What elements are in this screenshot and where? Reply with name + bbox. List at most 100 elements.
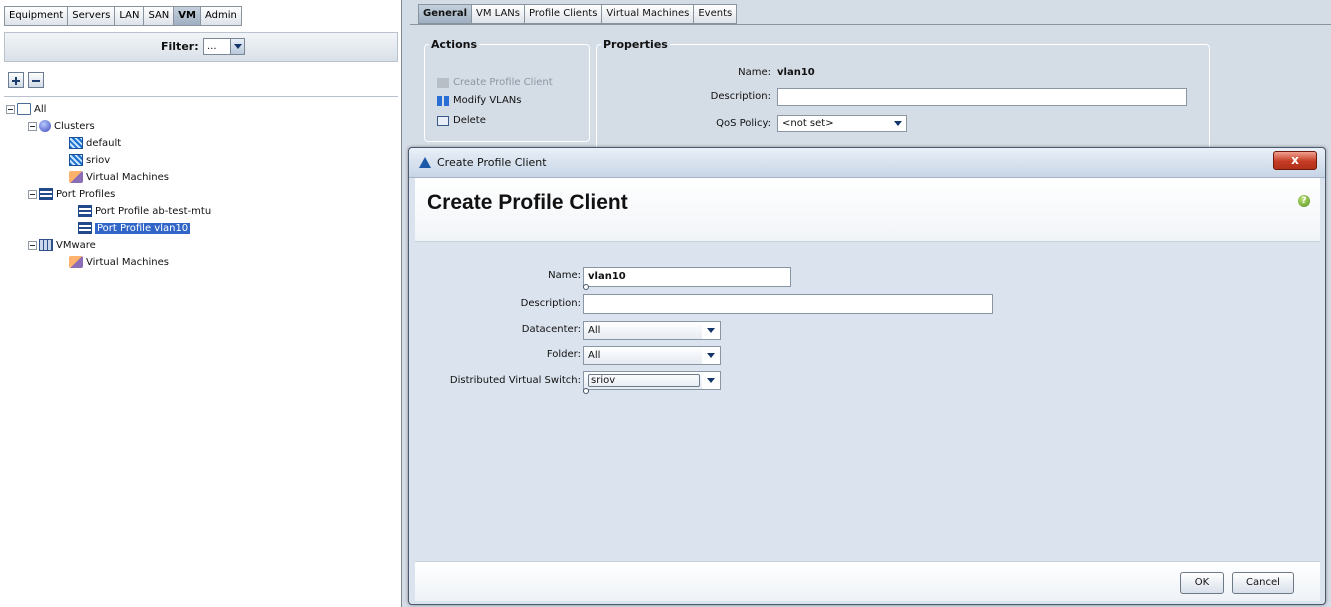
collapse-icon[interactable] xyxy=(28,189,37,199)
divider xyxy=(410,24,1331,25)
expand-all-icon[interactable] xyxy=(8,72,24,88)
description-label: Description: xyxy=(710,91,771,102)
properties-legend: Properties xyxy=(603,38,668,51)
tree-node-all[interactable]: All xyxy=(6,102,46,116)
required-indicator-icon xyxy=(583,388,589,394)
trash-icon xyxy=(437,115,449,126)
switch-icon xyxy=(69,137,83,149)
vmware-icon xyxy=(39,239,53,251)
filter-label: Filter: xyxy=(161,40,199,53)
chevron-down-icon xyxy=(890,116,906,131)
chevron-down-icon xyxy=(230,39,244,54)
tab-virtual-machines[interactable]: Virtual Machines xyxy=(601,4,694,24)
tree-node-vmware-virtual-machines[interactable]: Virtual Machines xyxy=(69,255,169,269)
help-icon[interactable]: ? xyxy=(1298,195,1310,207)
distributed-virtual-switch-select[interactable]: sriov xyxy=(583,371,721,390)
create-icon xyxy=(437,77,449,88)
tab-servers[interactable]: Servers xyxy=(67,6,115,26)
tree-node-label: Virtual Machines xyxy=(86,256,169,268)
action-label: Create Profile Client xyxy=(453,77,553,88)
action-label: Delete xyxy=(453,115,486,126)
tab-lan[interactable]: LAN xyxy=(114,6,144,26)
folder-select[interactable]: All xyxy=(583,346,721,365)
folder-value: All xyxy=(588,350,601,361)
left-tab-bar: Equipment Servers LAN SAN VM Admin xyxy=(4,6,242,26)
action-label: Modify VLANs xyxy=(453,95,522,106)
name-value: vlan10 xyxy=(777,67,815,78)
filter-select[interactable]: ... xyxy=(203,38,245,55)
dialog-header: Create Profile Client ? xyxy=(415,178,1320,242)
switch-icon xyxy=(69,154,83,166)
tree-node-label: Port Profile ab-test-mtu xyxy=(95,205,212,217)
chevron-down-icon xyxy=(702,347,720,364)
vlan-icon xyxy=(437,95,449,106)
tree-toolbar xyxy=(8,72,44,88)
dialog-titlebar[interactable]: Create Profile Client x xyxy=(409,148,1325,178)
divider xyxy=(4,96,398,97)
port-profile-icon xyxy=(39,188,53,200)
description-field[interactable] xyxy=(583,294,993,314)
properties-group: Properties Name: vlan10 Description: QoS… xyxy=(596,38,1210,150)
tree-node-default[interactable]: default xyxy=(69,136,121,150)
name-label: Name: xyxy=(738,67,771,78)
tree-node-label: Virtual Machines xyxy=(86,171,169,183)
chevron-down-icon xyxy=(702,322,720,339)
port-profile-icon xyxy=(78,222,92,234)
tree-node-port-profile-ab-test-mtu[interactable]: Port Profile ab-test-mtu xyxy=(78,204,211,218)
collapse-all-icon[interactable] xyxy=(28,72,44,88)
tree-node-port-profile-vlan10[interactable]: Port Profile vlan10 xyxy=(78,221,191,235)
tab-events[interactable]: Events xyxy=(693,4,738,24)
tab-general[interactable]: General xyxy=(418,4,471,24)
create-profile-client-action[interactable]: Create Profile Client xyxy=(437,77,553,88)
cluster-icon xyxy=(39,120,51,132)
dialog-heading: Create Profile Client xyxy=(427,191,628,214)
description-input[interactable] xyxy=(777,88,1187,106)
actions-legend: Actions xyxy=(431,38,477,51)
tab-equipment[interactable]: Equipment xyxy=(4,6,68,26)
tree-node-port-profiles[interactable]: Port Profiles xyxy=(28,187,115,201)
create-profile-client-dialog: Create Profile Client x Create Profile C… xyxy=(408,147,1326,605)
tab-admin[interactable]: Admin xyxy=(200,6,242,26)
required-indicator-icon xyxy=(583,284,589,290)
tree-node-clusters[interactable]: Clusters xyxy=(28,119,95,133)
tree-node-label: VMware xyxy=(56,239,96,251)
modify-vlans-action[interactable]: Modify VLANs xyxy=(437,95,522,106)
dialog-form: Name: vlan10 Description: Datacenter: Al… xyxy=(415,243,1320,561)
tree-node-vmware[interactable]: VMware xyxy=(28,238,96,252)
app-logo-icon xyxy=(419,157,431,168)
folder-icon xyxy=(17,103,31,115)
collapse-icon[interactable] xyxy=(28,121,37,131)
vm-icon xyxy=(69,171,83,183)
folder-label: Folder: xyxy=(546,349,581,360)
vm-icon xyxy=(69,256,83,268)
tree-node-label: Port Profiles xyxy=(56,188,116,200)
tree-node-label: sriov xyxy=(86,154,111,166)
filter-bar: Filter: ... xyxy=(4,32,398,62)
qos-policy-select[interactable]: <not set> xyxy=(777,115,907,132)
description-field-label: Description: xyxy=(520,298,581,309)
qos-policy-value: <not set> xyxy=(782,118,834,129)
close-button[interactable]: x xyxy=(1273,151,1317,170)
collapse-icon[interactable] xyxy=(28,240,37,250)
close-icon: x xyxy=(1291,153,1299,167)
tree-node-sriov[interactable]: sriov xyxy=(69,153,110,167)
tab-profile-clients[interactable]: Profile Clients xyxy=(523,4,602,24)
tab-san[interactable]: SAN xyxy=(143,6,174,26)
left-navigation-pane: Equipment Servers LAN SAN VM Admin Filte… xyxy=(0,0,402,607)
tab-vm-lans[interactable]: VM LANs xyxy=(471,4,524,24)
tree-node-cluster-virtual-machines[interactable]: Virtual Machines xyxy=(69,170,169,184)
cancel-button[interactable]: Cancel xyxy=(1232,572,1294,594)
qos-policy-label: QoS Policy: xyxy=(716,118,771,129)
dvs-value: sriov xyxy=(588,374,700,387)
name-field-label: Name: xyxy=(548,270,581,281)
collapse-icon[interactable] xyxy=(6,104,15,114)
tree-node-label: All xyxy=(34,103,47,115)
datacenter-select[interactable]: All xyxy=(583,321,721,340)
tree-node-label: default xyxy=(86,137,122,149)
name-field[interactable]: vlan10 xyxy=(583,267,791,287)
tree-node-label: Clusters xyxy=(54,120,95,132)
delete-action[interactable]: Delete xyxy=(437,115,486,126)
tab-vm[interactable]: VM xyxy=(173,6,200,26)
ok-button[interactable]: OK xyxy=(1180,572,1224,594)
dialog-footer: OK Cancel xyxy=(415,561,1320,601)
